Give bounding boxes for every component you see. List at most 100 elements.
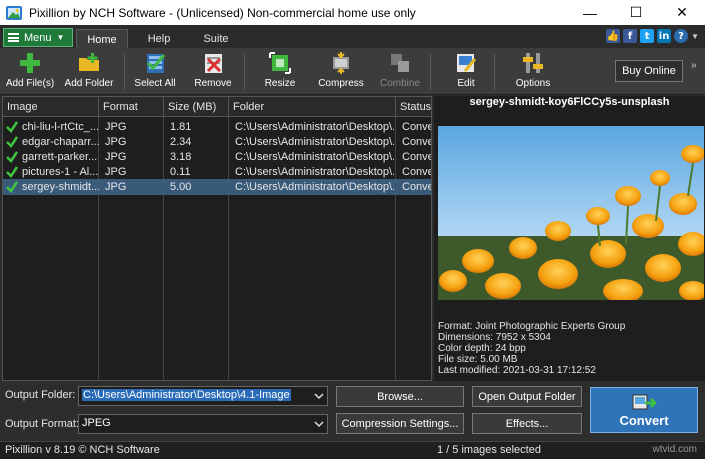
add-folder-icon <box>79 53 99 71</box>
buy-online-button[interactable]: Buy Online <box>615 60 683 82</box>
menu-label: Menu <box>24 31 52 44</box>
file-folder: C:\Users\Administrator\Desktop\... <box>235 166 394 178</box>
compression-settings-button[interactable]: Compression Settings... <box>336 413 464 434</box>
resize-label: Resize <box>264 78 296 89</box>
file-status: Convert <box>402 121 431 133</box>
info-file-size: File size: 5.00 MB <box>438 354 518 365</box>
file-size: 1.81 <box>170 121 192 133</box>
info-last-modified: Last modified: 2021-03-31 17:12:52 <box>438 365 596 376</box>
menu-button[interactable]: Menu ▼ <box>3 28 73 47</box>
chevron-down-icon: ▼ <box>56 33 65 42</box>
file-name: edgar-chaparr... <box>22 136 99 148</box>
file-format: JPG <box>105 121 127 133</box>
thumbs-up-icon[interactable]: 👍 <box>606 29 621 43</box>
column-header-format[interactable]: Format <box>99 97 164 117</box>
linkedin-icon[interactable]: in <box>657 29 672 43</box>
social-links: 👍 f t in ? ▼ <box>606 29 699 43</box>
table-row[interactable]: edgar-chaparr... JPG 2.34 C:\Users\Admin… <box>3 134 431 150</box>
status-bar: Pixillion v 8.19 © NCH Software 1 / 5 im… <box>0 441 705 459</box>
twitter-icon[interactable]: t <box>640 29 655 43</box>
file-size: 2.34 <box>170 136 192 148</box>
file-size: 3.18 <box>170 151 192 163</box>
combine-button[interactable]: Combine <box>376 51 424 93</box>
remove-icon <box>205 54 222 73</box>
pixillion-app-icon <box>6 5 22 20</box>
resize-button[interactable]: Resize <box>256 51 304 93</box>
file-size: 0.11 <box>170 166 191 178</box>
select-all-icon <box>146 54 166 73</box>
add-folder-label: Add Folder <box>64 78 114 89</box>
add-folder-button[interactable]: Add Folder <box>62 51 116 93</box>
hamburger-icon <box>8 33 19 42</box>
file-folder: C:\Users\Administrator\Desktop\... <box>235 121 394 133</box>
output-area: Output Folder: C:\Users\Administrator\De… <box>0 381 705 441</box>
toolbar: Add File(s) Add Folder Select All Remove… <box>0 48 705 95</box>
column-header-folder[interactable]: Folder <box>229 97 396 117</box>
checkmark-icon <box>6 121 18 133</box>
table-row[interactable]: pictures-1 - Al... JPG 0.11 C:\Users\Adm… <box>3 164 431 180</box>
column-header-status[interactable]: Status <box>396 97 431 117</box>
toolbar-separator <box>124 54 125 90</box>
add-files-icon <box>20 53 40 73</box>
tab-home[interactable]: Home <box>76 29 128 49</box>
options-icon <box>523 53 543 73</box>
preview-title: sergey-shmidt-koy6FlCCy5s-unsplash <box>469 96 670 108</box>
file-folder: C:\Users\Administrator\Desktop\... <box>235 181 394 193</box>
tab-help[interactable]: Help <box>138 29 180 49</box>
help-dropdown-icon[interactable]: ▼ <box>691 32 699 41</box>
file-status: Convert <box>402 181 431 193</box>
facebook-icon[interactable]: f <box>623 29 638 43</box>
column-header-image[interactable]: Image <box>3 97 99 117</box>
minimize-button[interactable]: — <box>567 0 613 25</box>
toolbar-separator <box>430 54 431 90</box>
add-files-label: Add File(s) <box>5 78 55 89</box>
compress-icon <box>333 52 349 74</box>
chevron-down-icon[interactable] <box>314 419 324 429</box>
output-folder-field[interactable]: C:\Users\Administrator\Desktop\4.1-Image <box>78 386 328 406</box>
file-name: garrett-parker... <box>22 151 98 163</box>
chevron-down-icon[interactable] <box>314 391 324 401</box>
browse-button[interactable]: Browse... <box>336 386 464 407</box>
column-header-size[interactable]: Size (MB) <box>164 97 229 117</box>
select-all-label: Select All <box>134 78 176 89</box>
file-status: Convert <box>402 166 431 178</box>
edit-label: Edit <box>457 78 475 89</box>
output-format-select[interactable]: JPEG <box>78 414 328 434</box>
help-icon[interactable]: ? <box>674 29 689 43</box>
watermark: wtvid.com <box>652 444 697 455</box>
edit-button[interactable]: Edit <box>446 51 486 93</box>
checkmark-icon <box>6 151 18 163</box>
open-output-folder-button[interactable]: Open Output Folder <box>472 386 582 407</box>
combine-icon <box>391 54 409 72</box>
toolbar-separator <box>244 54 245 90</box>
selection-count: 1 / 5 images selected <box>437 444 541 456</box>
file-status: Convert <box>402 151 431 163</box>
convert-icon <box>632 394 657 409</box>
edit-icon <box>457 54 477 72</box>
toolbar-overflow-button[interactable]: » <box>691 60 697 71</box>
close-button[interactable]: ✕ <box>659 0 705 25</box>
table-row-selected[interactable]: sergey-shmidt... JPG 5.00 C:\Users\Admin… <box>3 179 431 195</box>
file-list: Image Format Size (MB) Folder Status chi… <box>2 96 432 381</box>
preview-info: Format: Joint Photographic Experts Group… <box>438 321 704 376</box>
select-all-button[interactable]: Select All <box>130 51 180 93</box>
info-dimensions: Dimensions: 7952 x 5304 <box>438 332 551 343</box>
remove-button[interactable]: Remove <box>190 51 236 93</box>
convert-button[interactable]: Convert <box>590 387 698 433</box>
maximize-button[interactable]: ☐ <box>613 0 659 25</box>
info-format: Format: Joint Photographic Experts Group <box>438 321 626 332</box>
compress-button[interactable]: Compress <box>314 51 368 93</box>
checkmark-icon <box>6 166 18 178</box>
toolbar-separator <box>494 54 495 90</box>
table-row[interactable]: garrett-parker... JPG 3.18 C:\Users\Admi… <box>3 149 431 165</box>
effects-button[interactable]: Effects... <box>472 413 582 434</box>
add-files-button[interactable]: Add File(s) <box>4 51 56 93</box>
table-row[interactable]: chi-liu-l-rtCtc_... JPG 1.81 C:\Users\Ad… <box>3 119 431 135</box>
output-folder-label: Output Folder: <box>5 389 76 401</box>
title-bar: Pixillion by NCH Software - (Unlicensed)… <box>0 0 705 25</box>
tab-suite[interactable]: Suite <box>196 29 236 49</box>
version-text: Pixillion v 8.19 © NCH Software <box>5 444 160 456</box>
options-button[interactable]: Options <box>508 51 558 93</box>
ribbon-tab-row: Menu ▼ Home Help Suite 👍 f t in ? ▼ <box>0 25 705 49</box>
preview-panel: sergey-shmidt-koy6FlCCy5s-unsplash Forma… <box>434 96 705 381</box>
